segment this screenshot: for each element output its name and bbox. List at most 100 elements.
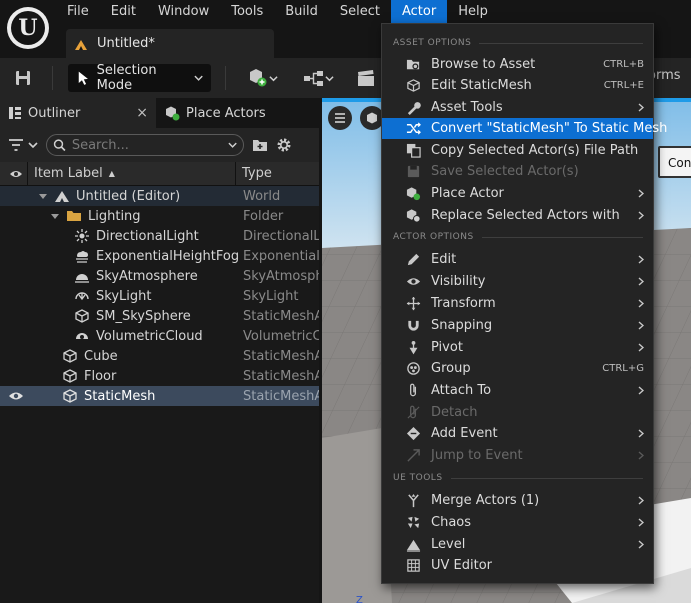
selection-mode-label: Selection Mode (96, 63, 157, 93)
menu-item-asset-tools[interactable]: Asset Tools (382, 97, 653, 118)
blueprint-icon (303, 71, 323, 86)
item-label: SM_SkySphere (96, 308, 191, 324)
level-tab[interactable]: Untitled* (66, 29, 274, 58)
item-label: SkyLight (96, 288, 152, 304)
menu-item-uv-editor[interactable]: UV Editor (382, 555, 653, 576)
outliner-row-cube[interactable]: Cube StaticMeshActor (0, 346, 319, 366)
clapperboard-icon (358, 70, 374, 86)
axis-z-label: Z (356, 595, 363, 603)
outliner-row-world[interactable]: Untitled (Editor) World (0, 186, 319, 206)
filter-icon (9, 139, 23, 151)
menu-item-browse-to-asset[interactable]: Browse to Asset CTRL+B (382, 54, 653, 75)
settings-gear-icon[interactable] (276, 137, 292, 153)
menu-file[interactable]: File (56, 0, 100, 23)
outliner-row-lighting-folder[interactable]: Lighting Folder (0, 206, 319, 226)
menu-item-transform[interactable]: Transform (382, 293, 653, 314)
level-icon (406, 539, 421, 552)
add-content-button[interactable] (242, 64, 282, 92)
item-label-column-header[interactable]: Item Label ▲ (28, 161, 236, 186)
section-actor-options: ACTOR OPTIONS (382, 227, 653, 247)
shortcut-label: CTRL+B (603, 59, 644, 70)
menu-build[interactable]: Build (274, 0, 329, 23)
outliner-row-directional-light[interactable]: DirectionalLight DirectionalLight (0, 226, 319, 246)
save-icon (407, 165, 420, 178)
chevron-down-icon (228, 142, 237, 148)
submenu-arrow-icon (638, 343, 644, 352)
outliner-search-input[interactable] (71, 137, 222, 153)
menu-select[interactable]: Select (329, 0, 391, 23)
detach-icon (407, 405, 420, 419)
menu-item-replace-selected-actors[interactable]: Replace Selected Actors with (382, 205, 653, 226)
expanded-caret-icon[interactable] (38, 191, 48, 201)
outliner-row-floor[interactable]: Floor StaticMeshActor (0, 366, 319, 386)
menu-item-attach-to[interactable]: Attach To (382, 380, 653, 401)
directional-light-icon (75, 229, 89, 243)
eye-icon (10, 170, 22, 177)
outliner-row-exponential-height-fog[interactable]: ExponentialHeightFog ExponentialHeightFo… (0, 246, 319, 266)
menu-help[interactable]: Help (447, 0, 499, 23)
menu-item-group[interactable]: Group CTRL+G (382, 358, 653, 379)
submenu-arrow-icon (638, 277, 644, 286)
menu-item-add-event[interactable]: Add Event (382, 423, 653, 444)
item-label: Untitled (Editor) (76, 188, 181, 204)
submenu-arrow-icon (638, 299, 644, 308)
pivot-icon (409, 340, 418, 355)
visibility-eye-icon[interactable] (8, 390, 24, 402)
outliner-row-sm-skysphere[interactable]: SM_SkySphere StaticMeshActor (0, 306, 319, 326)
item-type: SkyAtmosphere (243, 268, 319, 284)
outliner-column-header: Item Label ▲ Type (0, 161, 319, 186)
menu-item-edit-staticmesh[interactable]: Edit StaticMesh CTRL+E (382, 75, 653, 96)
cursor-icon (78, 71, 88, 85)
visibility-column-header[interactable] (0, 161, 28, 186)
outliner-row-static-mesh[interactable]: StaticMesh StaticMeshActor (0, 386, 319, 406)
submenu-arrow-icon (638, 540, 644, 549)
type-column-header[interactable]: Type (236, 162, 319, 186)
outliner-icon (9, 107, 21, 119)
static-mesh-icon (63, 349, 77, 363)
menu-item-snapping[interactable]: Snapping (382, 315, 653, 336)
unreal-logo-icon[interactable]: U (7, 7, 49, 49)
add-folder-icon[interactable] (252, 138, 268, 152)
tab-place-actors[interactable]: Place Actors (156, 98, 274, 128)
section-title: UE TOOLS (393, 473, 443, 483)
expanded-caret-icon[interactable] (50, 211, 60, 221)
eye-icon (406, 278, 421, 285)
outliner-tree: Untitled (Editor) World Lighting Folder … (0, 186, 319, 406)
chaos-icon (407, 516, 420, 529)
menu-item-merge-actors[interactable]: Merge Actors (1) (382, 490, 653, 511)
save-button[interactable] (8, 64, 38, 92)
outliner-row-sky-light[interactable]: SkyLight SkyLight (0, 286, 319, 306)
menu-tools[interactable]: Tools (220, 0, 274, 23)
submenu-arrow-icon (638, 386, 644, 395)
item-type: StaticMeshActor (243, 348, 319, 364)
menu-item-edit[interactable]: Edit (382, 249, 653, 270)
selection-mode-dropdown[interactable]: Selection Mode (68, 63, 211, 93)
menu-item-place-actor[interactable]: Place Actor (382, 183, 653, 204)
blueprints-button[interactable] (298, 64, 338, 92)
viewport-overlay-partial-button[interactable]: Con (658, 146, 691, 178)
item-type: DirectionalLight (243, 228, 319, 244)
menu-actor[interactable]: Actor (391, 0, 448, 23)
item-type: VolumetricCloud (243, 328, 319, 344)
menu-item-convert-to-static-mesh[interactable]: Convert "StaticMesh" To Static Mesh (382, 118, 667, 139)
item-label: DirectionalLight (96, 228, 199, 244)
menu-item-pivot[interactable]: Pivot (382, 337, 653, 358)
viewport-options-button[interactable] (328, 106, 352, 130)
filter-button[interactable] (8, 139, 38, 151)
menu-item-chaos[interactable]: Chaos (382, 512, 653, 533)
outliner-row-volumetric-cloud[interactable]: VolumetricCloud VolumetricCloud (0, 326, 319, 346)
tab-outliner[interactable]: Outliner × (0, 98, 156, 128)
magnet-icon (408, 320, 419, 331)
outliner-search-box[interactable] (46, 134, 244, 156)
menu-window[interactable]: Window (147, 0, 220, 23)
outliner-row-sky-atmosphere[interactable]: SkyAtmosphere SkyAtmosphere (0, 266, 319, 286)
menu-item-level[interactable]: Level (382, 534, 653, 555)
hamburger-icon (335, 113, 345, 123)
cinematics-button[interactable] (352, 64, 380, 92)
close-tab-icon[interactable]: × (136, 105, 148, 121)
copy-icon (406, 143, 421, 158)
item-type: World (243, 188, 281, 204)
menu-item-visibility[interactable]: Visibility (382, 271, 653, 292)
menu-edit[interactable]: Edit (100, 0, 147, 23)
menu-item-copy-file-path[interactable]: Copy Selected Actor(s) File Path (382, 140, 653, 161)
